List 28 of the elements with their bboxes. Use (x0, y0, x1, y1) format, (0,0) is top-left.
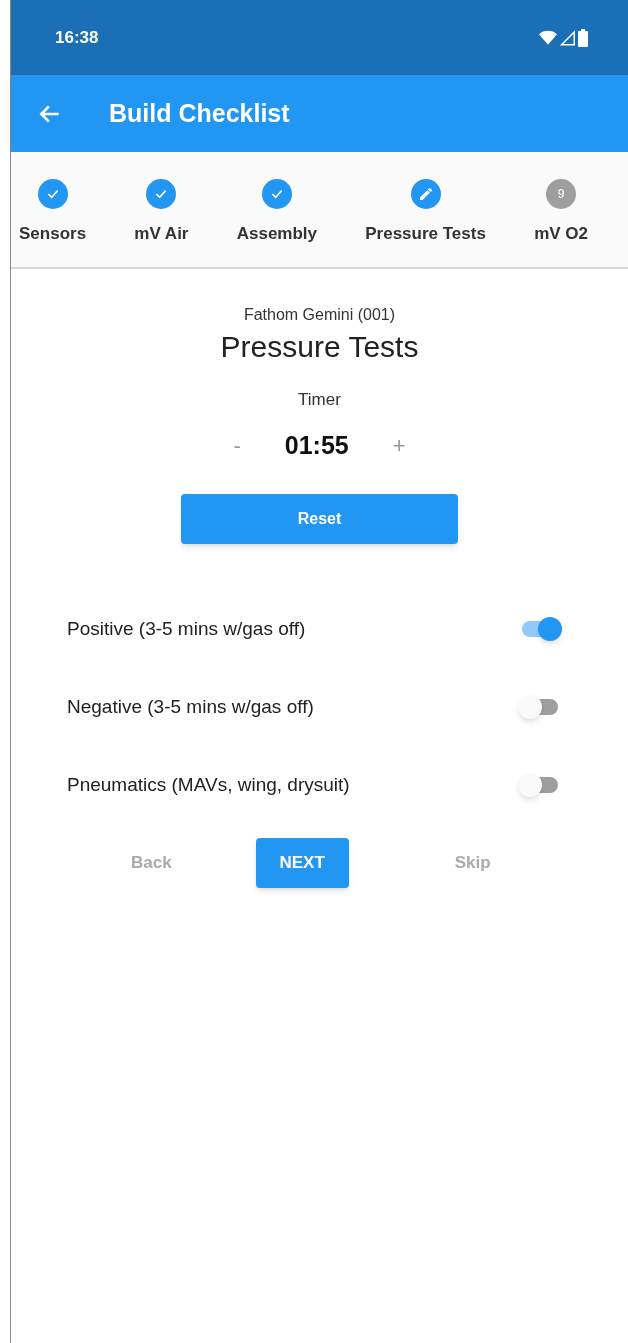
checklist-label: Pneumatics (MAVs, wing, drysuit) (67, 772, 350, 797)
device-name: Fathom Gemini (001) (243, 305, 396, 325)
pencil-icon (410, 178, 441, 209)
timer-label: Timer (298, 389, 341, 411)
check-icon (146, 178, 177, 209)
battery-icon (578, 28, 588, 47)
increase-button[interactable]: + (392, 428, 406, 462)
reset-button[interactable]: Reset (181, 494, 458, 544)
next-button[interactable]: NEXT (255, 838, 349, 888)
signal-icon (560, 29, 575, 46)
check-icon (37, 178, 68, 209)
back-button[interactable]: Back (131, 850, 172, 876)
app-bar-title: Build Checklist (109, 97, 290, 129)
status-time: 16:38 (55, 26, 99, 49)
check-icon (261, 178, 292, 209)
step-label[interactable]: Sensors (19, 220, 87, 247)
decrease-button[interactable]: - (233, 428, 241, 462)
checklist-label: Positive (3-5 mins w/gas off) (67, 616, 306, 641)
page-heading: Pressure Tests (220, 329, 419, 365)
step-label[interactable]: Pressure Tests (365, 220, 486, 247)
step-label[interactable]: Assembly (236, 220, 318, 247)
step-number: 9 (546, 178, 577, 209)
skip-button[interactable]: Skip (454, 850, 491, 876)
step-label[interactable]: mV O2 (534, 220, 588, 247)
checklist-label: Negative (3-5 mins w/gas off) (67, 694, 314, 719)
step-label[interactable]: mV Air (134, 220, 189, 247)
timer-value: 01:55 (284, 429, 349, 461)
wifi-icon (539, 29, 557, 46)
